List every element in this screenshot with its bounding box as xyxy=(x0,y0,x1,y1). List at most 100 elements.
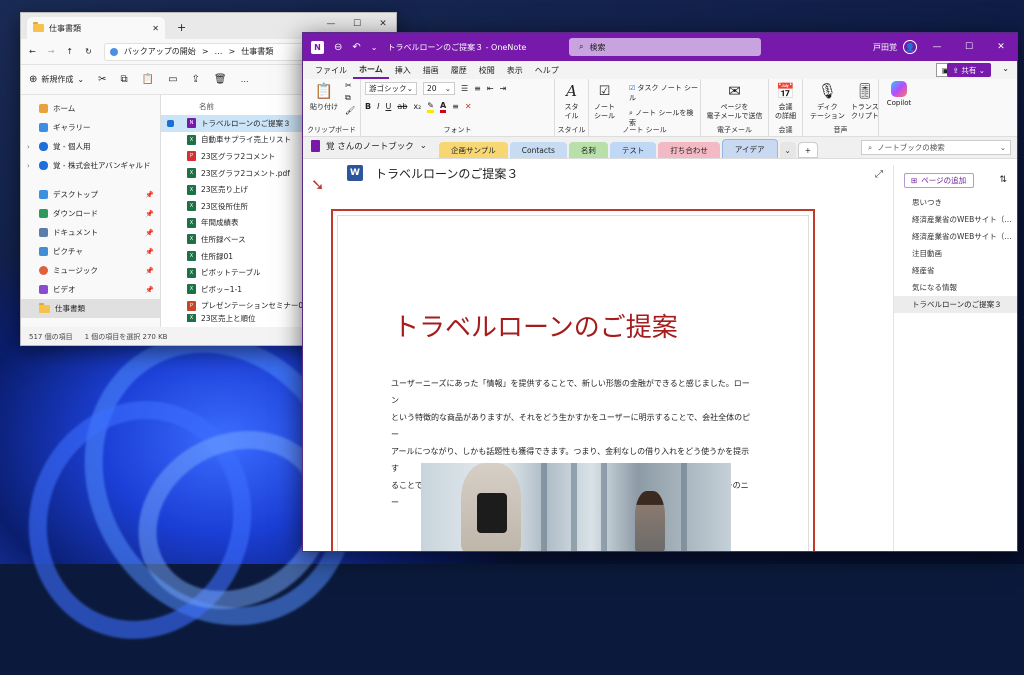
expand-icon[interactable]: ⤢ xyxy=(875,169,883,180)
nav-item-pictures[interactable]: ピクチャ 📌 xyxy=(21,242,160,261)
font-size-dropdown[interactable]: 20 ⌄ xyxy=(423,82,455,95)
nav-item-onedrive-personal[interactable]: › 覚 - 個人用 xyxy=(21,137,160,156)
nav-item-downloads[interactable]: ダウンロード 📌 xyxy=(21,204,160,223)
nav-item-work-documents[interactable]: 仕事書類 xyxy=(21,299,160,318)
nav-item-documents[interactable]: ドキュメント 📌 xyxy=(21,223,160,242)
close-button[interactable]: ✕ xyxy=(985,33,1017,61)
section-tab[interactable]: Contacts xyxy=(509,142,567,158)
format-painter-icon[interactable]: 🖌 xyxy=(345,106,355,115)
embedded-document-printout[interactable]: トラベルローンのご提案 ユーザーニーズにあった「情報」を提供することで、新しい形… xyxy=(331,209,815,551)
maximize-button[interactable]: ☐ xyxy=(953,33,985,61)
tab-file[interactable]: ファイル xyxy=(309,61,353,79)
font-name-dropdown[interactable]: 游ゴシック ⌄ xyxy=(365,82,417,95)
refresh-icon[interactable]: ↻ xyxy=(85,47,92,56)
nav-item-videos[interactable]: ビデオ 📌 xyxy=(21,280,160,299)
copilot-button[interactable]: Copilot xyxy=(883,81,915,108)
nav-item-music[interactable]: ミュージック 📌 xyxy=(21,261,160,280)
underline-icon[interactable]: U xyxy=(385,102,391,111)
back-icon[interactable]: ← xyxy=(29,47,36,56)
nav-item-home[interactable]: ホーム xyxy=(21,99,160,118)
address-crumb[interactable]: バックアップの開始 xyxy=(124,46,196,57)
new-tab-button[interactable]: + xyxy=(177,21,186,34)
strikethrough-icon[interactable]: ab xyxy=(397,102,407,111)
copy-icon[interactable]: ⧉ xyxy=(345,93,355,103)
delete-icon[interactable]: 🗑 xyxy=(214,74,227,85)
copy-icon[interactable]: ⧉ xyxy=(120,74,127,85)
avatar[interactable]: 👤 xyxy=(903,40,917,54)
more-options-icon[interactable]: … xyxy=(241,75,249,84)
address-overflow[interactable]: … xyxy=(215,47,223,56)
section-tab[interactable]: 企画サンプル xyxy=(439,142,508,158)
align-icon[interactable]: ≡ xyxy=(452,102,459,111)
tab-view[interactable]: 表示 xyxy=(501,61,529,79)
section-overflow-button[interactable]: ⌄ xyxy=(779,142,796,158)
tab-insert[interactable]: 挿入 xyxy=(389,61,417,79)
close-tab-icon[interactable]: ✕ xyxy=(152,24,159,33)
section-tab[interactable]: 打ち合わせ xyxy=(658,142,720,158)
checkbox-icon[interactable] xyxy=(167,119,174,127)
share-button[interactable]: ⇪ 共有 ⌄ xyxy=(946,63,991,77)
section-tab-active[interactable]: アイデア xyxy=(721,139,778,158)
tab-history[interactable]: 履歴 xyxy=(445,61,473,79)
styles-button[interactable]: A スタイル xyxy=(559,81,584,121)
clear-format-icon[interactable]: ✕ xyxy=(465,102,472,111)
tab-home[interactable]: ホーム xyxy=(353,61,389,79)
note-tag-button[interactable]: ☑ ノート シール xyxy=(591,81,618,121)
rename-icon[interactable]: ▭ xyxy=(168,74,177,85)
page-item[interactable]: 注目動画 xyxy=(894,245,1017,262)
font-color-icon[interactable]: A xyxy=(439,101,447,113)
email-page-button[interactable]: ✉ ページを 電子メールで送信 xyxy=(705,81,764,121)
page-canvas[interactable]: ➘ W トラベルローンのご提案３ ⤢ トラベルローンのご提案 ユーザーニーズにあ… xyxy=(303,165,893,551)
notebook-search-input[interactable]: ⌕ ノートブックの検索 ⌄ xyxy=(861,140,1011,155)
decrease-indent-icon[interactable]: ⇤ xyxy=(487,84,494,93)
subscript-icon[interactable]: x₂ xyxy=(413,102,421,111)
quick-access-icon[interactable]: ⌄ xyxy=(371,43,378,52)
page-item[interactable]: 思いつき xyxy=(894,194,1017,211)
minimize-button[interactable]: — xyxy=(921,33,953,61)
add-page-button[interactable]: ⊞ ページの追加 xyxy=(904,173,974,188)
chevron-right-icon[interactable]: › xyxy=(27,162,30,170)
bullets-icon[interactable]: ☰ xyxy=(461,84,468,93)
nav-item-desktop[interactable]: デスクトップ 📌 xyxy=(21,185,160,204)
increase-indent-icon[interactable]: ⇥ xyxy=(500,84,507,93)
chevron-down-icon[interactable]: ⌄ xyxy=(1002,64,1009,73)
cut-icon[interactable]: ✂ xyxy=(345,81,355,90)
tab-review[interactable]: 校閲 xyxy=(473,61,501,79)
page-item[interactable]: 気になる情報 xyxy=(894,279,1017,296)
explorer-tab[interactable]: 仕事書類 ✕ xyxy=(27,17,165,39)
meeting-details-button[interactable]: 📅 会議 の詳細 xyxy=(773,81,798,121)
up-icon[interactable]: ↑ xyxy=(66,47,73,56)
forward-icon[interactable]: → xyxy=(48,47,55,56)
nav-item-onedrive-business[interactable]: › 覚 - 株式会社アバンギャルド xyxy=(21,156,160,175)
tab-help[interactable]: ヘルプ xyxy=(529,61,565,79)
user-account[interactable]: 戸田覚 👤 xyxy=(873,33,917,61)
page-item[interactable]: 経済産業省のWEBサイト（… xyxy=(894,211,1017,228)
tab-draw[interactable]: 描画 xyxy=(417,61,445,79)
section-tab[interactable]: テスト xyxy=(609,142,657,158)
address-crumb[interactable]: 仕事書類 xyxy=(241,46,273,57)
paste-button[interactable]: 📋 貼り付け xyxy=(307,81,341,112)
word-file-icon[interactable]: W xyxy=(347,165,363,181)
numbering-icon[interactable]: ≡ xyxy=(474,84,481,93)
bold-icon[interactable]: B xyxy=(365,102,371,111)
back-icon[interactable]: ⊖ xyxy=(334,42,342,53)
paste-icon[interactable]: 📋 xyxy=(142,74,154,85)
todo-tag-button[interactable]: ☑ タスク ノート シール xyxy=(629,83,700,103)
nav-item-gallery[interactable]: ギャラリー xyxy=(21,118,160,137)
search-box[interactable]: ⌕ 検索 xyxy=(569,38,761,56)
undo-icon[interactable]: ↶ xyxy=(352,42,360,53)
sort-icon[interactable]: ⇅ xyxy=(999,175,1007,185)
page-item[interactable]: 経済産業省のWEBサイト（… xyxy=(894,228,1017,245)
page-item-selected[interactable]: トラベルローンのご提案３ xyxy=(894,296,1017,313)
italic-icon[interactable]: I xyxy=(377,102,379,111)
new-button[interactable]: ⊕ 新規作成 ⌄ xyxy=(29,74,84,85)
page-title[interactable]: トラベルローンのご提案３ xyxy=(375,165,518,182)
add-section-button[interactable]: + xyxy=(797,142,819,158)
section-tab[interactable]: 名刺 xyxy=(568,142,608,158)
page-item[interactable]: 経産省 xyxy=(894,262,1017,279)
share-icon[interactable]: ⇪ xyxy=(192,74,200,85)
notebook-selector[interactable]: 覚 さんのノートブック ⌄ xyxy=(311,140,427,152)
highlight-icon[interactable]: ✎ xyxy=(427,101,434,113)
chevron-right-icon[interactable]: › xyxy=(27,143,30,151)
cut-icon[interactable]: ✂ xyxy=(98,74,106,85)
